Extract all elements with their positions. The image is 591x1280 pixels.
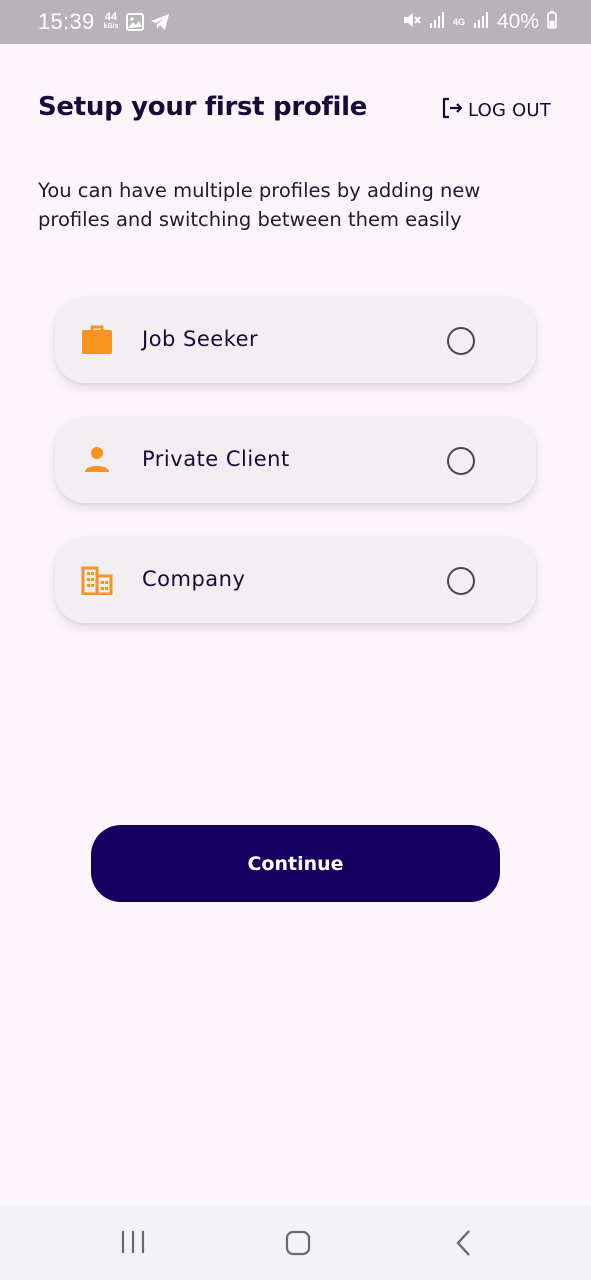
battery-percent: 40% xyxy=(496,10,539,33)
telegram-icon xyxy=(150,13,170,36)
profile-label: Company xyxy=(142,567,246,591)
continue-button[interactable]: Continue xyxy=(91,825,500,902)
recent-apps-icon[interactable] xyxy=(120,1229,146,1259)
battery-icon xyxy=(547,10,557,34)
profile-label: Job Seeker xyxy=(142,327,259,351)
profile-option-private-client[interactable]: Private Client xyxy=(55,417,536,503)
mute-icon xyxy=(401,10,421,35)
subtitle: You can have multiple profiles by adding… xyxy=(38,179,481,231)
logout-button[interactable]: LOG OUT xyxy=(440,96,551,124)
back-icon[interactable] xyxy=(452,1229,476,1261)
profile-radio[interactable] xyxy=(447,567,475,595)
profile-radio[interactable] xyxy=(447,327,475,355)
signal-icon xyxy=(429,11,445,34)
profile-label: Private Client xyxy=(142,447,290,471)
logout-label: LOG OUT xyxy=(468,99,551,121)
profile-option-job-seeker[interactable]: Job Seeker xyxy=(55,297,536,383)
building-icon xyxy=(81,565,113,596)
briefcase-icon xyxy=(81,325,113,355)
logout-icon xyxy=(440,96,464,124)
profile-radio[interactable] xyxy=(447,447,475,475)
page-title: Setup your first profile xyxy=(38,92,368,122)
status-time: 15:39 xyxy=(38,9,95,34)
status-right-icons: 4G 40% xyxy=(401,9,557,35)
continue-label: Continue xyxy=(247,852,344,875)
gallery-icon xyxy=(126,13,144,36)
profile-option-company[interactable]: Company xyxy=(55,537,536,623)
net-speed-indicator: 44 kB/s xyxy=(101,12,121,31)
person-icon xyxy=(81,445,113,475)
status-bar: 15:39 44 kB/s 4G 40% xyxy=(0,0,591,44)
net-speed-unit: kB/s xyxy=(103,23,119,30)
signal-icon-2 xyxy=(473,11,489,34)
network-type-badge: 4G xyxy=(452,16,465,27)
home-icon[interactable] xyxy=(284,1229,312,1261)
system-nav-bar xyxy=(0,1207,591,1280)
